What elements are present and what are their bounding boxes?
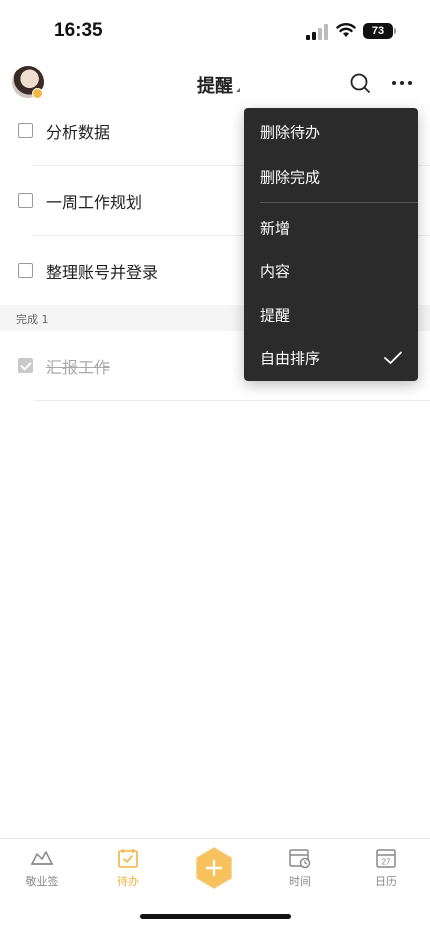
calendar-day-number: 27 bbox=[382, 858, 391, 867]
menu-item-label: 删除待办 bbox=[260, 123, 321, 142]
add-icon[interactable] bbox=[195, 847, 233, 889]
status-bar: 16:35 73 bbox=[0, 0, 430, 60]
completed-section-label: 完成 1 bbox=[16, 313, 49, 326]
more-options-icon[interactable] bbox=[390, 71, 414, 95]
tab-todo[interactable]: 待办 bbox=[98, 847, 158, 897]
menu-item-label: 提醒 bbox=[260, 306, 291, 325]
tab-label: 待办 bbox=[117, 875, 139, 888]
calendar-check-icon bbox=[118, 849, 138, 868]
tab-label: 敬业签 bbox=[25, 875, 59, 888]
task-checkbox[interactable] bbox=[18, 123, 33, 138]
menu-item-delete-todo[interactable]: 删除待办 bbox=[244, 110, 418, 154]
status-time: 16:35 bbox=[54, 20, 103, 41]
task-label: 整理账号并登录 bbox=[46, 263, 159, 282]
options-menu: 删除待办 删除完成 新增 内容 提醒 自由排序 bbox=[244, 108, 418, 381]
cloud-note-icon bbox=[31, 851, 53, 865]
tab-label: 日历 bbox=[375, 875, 397, 888]
home-indicator bbox=[140, 914, 291, 919]
menu-item-label: 新增 bbox=[260, 219, 291, 238]
tab-calendar[interactable]: 27 日历 bbox=[356, 847, 416, 897]
task-checkbox[interactable] bbox=[18, 263, 33, 278]
tab-time[interactable]: 时间 bbox=[270, 847, 330, 897]
calendar-day-icon: 27 bbox=[376, 849, 396, 868]
divider bbox=[33, 400, 430, 401]
completed-task-checkbox[interactable] bbox=[18, 358, 33, 373]
cellular-signal-icon bbox=[306, 24, 328, 40]
title-dropdown-caret-icon[interactable] bbox=[236, 88, 240, 92]
search-icon[interactable] bbox=[348, 71, 372, 95]
checkmark-icon bbox=[384, 351, 402, 364]
menu-item-sort-content[interactable]: 内容 bbox=[244, 249, 418, 293]
menu-item-label: 删除完成 bbox=[260, 168, 321, 187]
tab-label: 时间 bbox=[289, 875, 311, 888]
completed-task-label: 汇报工作 bbox=[46, 358, 111, 377]
menu-item-label: 自由排序 bbox=[260, 349, 321, 368]
calendar-clock-icon bbox=[289, 849, 311, 869]
menu-item-sort-reminder[interactable]: 提醒 bbox=[244, 293, 418, 337]
menu-item-sort-new[interactable]: 新增 bbox=[244, 206, 418, 250]
menu-item-delete-done[interactable]: 删除完成 bbox=[244, 155, 418, 199]
menu-divider bbox=[260, 202, 418, 203]
menu-item-free-sort[interactable]: 自由排序 bbox=[244, 336, 418, 380]
task-checkbox[interactable] bbox=[18, 193, 33, 208]
wifi-icon bbox=[336, 23, 356, 37]
menu-item-label: 内容 bbox=[260, 262, 291, 281]
tab-jingyeqian[interactable]: 敬业签 bbox=[12, 847, 72, 897]
task-label: 分析数据 bbox=[46, 123, 111, 142]
task-label: 一周工作规划 bbox=[46, 193, 143, 212]
battery-indicator: 73 bbox=[363, 23, 396, 39]
